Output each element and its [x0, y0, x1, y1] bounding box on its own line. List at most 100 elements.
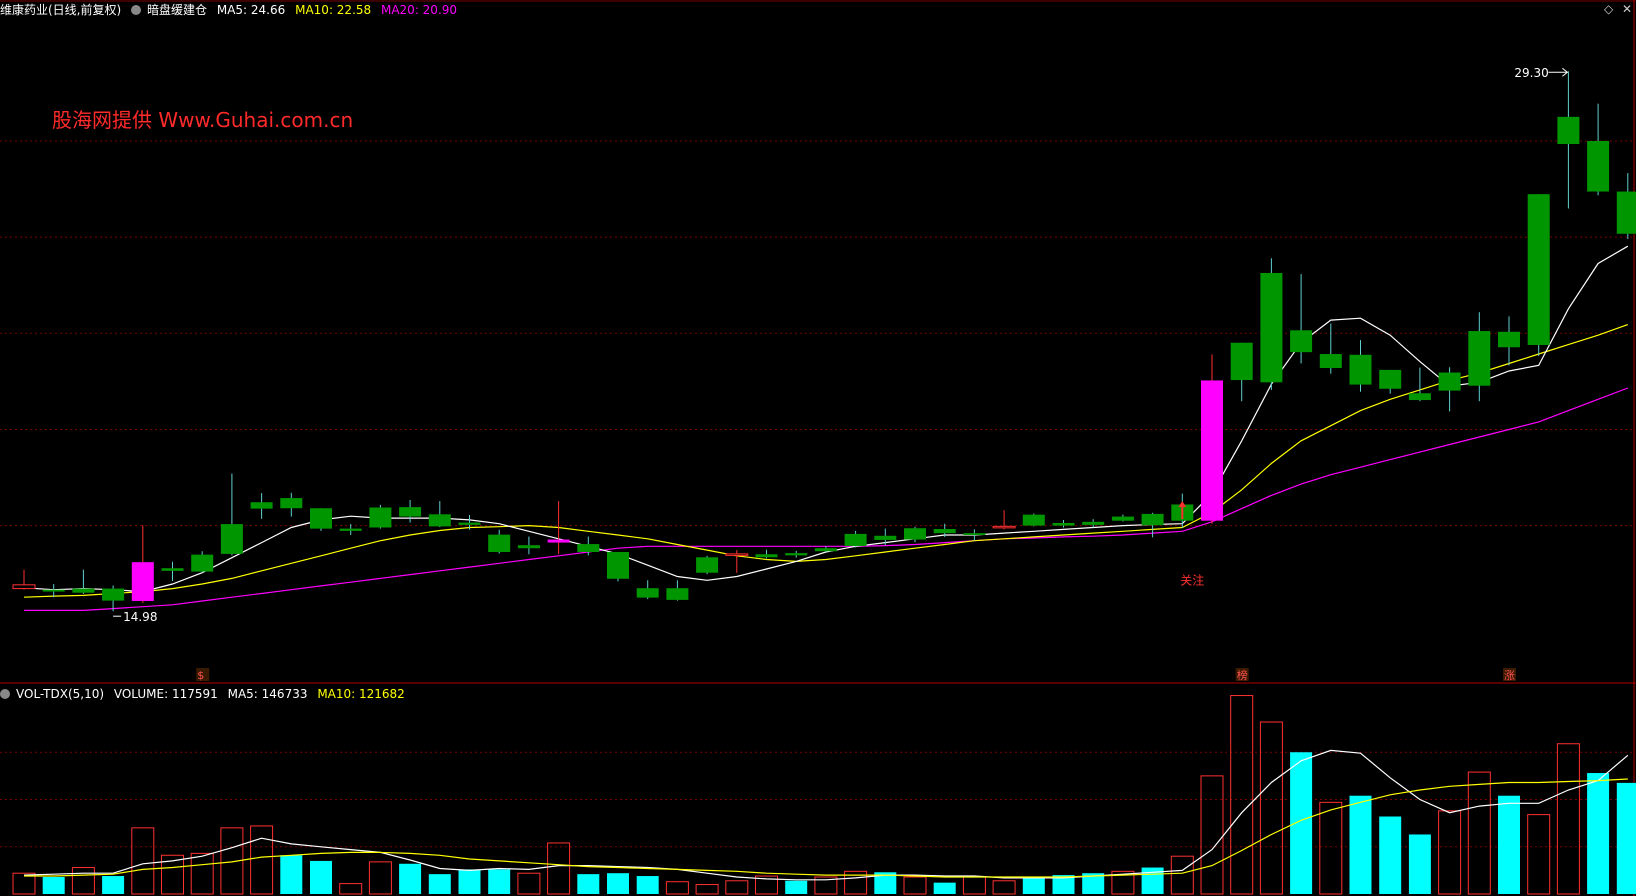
candle-body	[547, 539, 570, 543]
high-label: 29.30	[1514, 66, 1548, 80]
candle-body	[725, 553, 749, 556]
low-label: 14.98	[123, 610, 157, 624]
candle-body	[369, 507, 392, 528]
candle-body	[339, 528, 362, 531]
volume-bar	[1022, 876, 1045, 894]
volume-bar	[368, 861, 392, 895]
volume-bar	[962, 876, 986, 895]
candle-body	[1290, 330, 1313, 353]
volume-bar	[1230, 695, 1254, 895]
volume-bar	[1556, 743, 1580, 895]
volume-bar	[517, 872, 541, 895]
candle-body	[1498, 331, 1520, 348]
volume-bar	[280, 855, 303, 894]
candle-body	[1111, 516, 1134, 521]
candle-body	[42, 589, 65, 592]
candle-body	[428, 514, 451, 527]
candle-body	[933, 528, 956, 534]
volume-bar	[1349, 795, 1372, 894]
volume-bar	[1170, 855, 1194, 895]
ma20-line	[24, 387, 1629, 612]
candle-body	[1408, 393, 1431, 401]
volume-bar	[636, 876, 659, 894]
candle-body	[636, 588, 659, 598]
candle-body	[102, 588, 125, 601]
candle-body	[844, 533, 867, 546]
focus-label: 关注	[1180, 573, 1204, 588]
candle-body	[1527, 194, 1550, 345]
candle-body	[161, 568, 184, 571]
candle-body	[1557, 116, 1580, 145]
volume-bar	[1200, 775, 1224, 895]
volume-bar	[1438, 810, 1462, 895]
volume-bar	[339, 883, 363, 895]
ma5-line	[23, 245, 1629, 593]
candle-body	[250, 502, 273, 509]
candle-body	[992, 525, 1016, 529]
volume-bar	[1259, 721, 1283, 895]
volume-bar	[428, 874, 451, 894]
candle-body	[72, 588, 95, 593]
focus-arrow-head	[1178, 501, 1187, 508]
volume-bar	[1408, 834, 1431, 894]
candle-body	[1082, 521, 1105, 525]
volume-bar	[1290, 752, 1313, 894]
volume-bar	[903, 876, 927, 895]
candle-body	[666, 588, 689, 600]
volume-bar	[488, 869, 511, 894]
candle-body	[517, 545, 540, 549]
candle-body	[1349, 354, 1372, 385]
candle-body	[458, 522, 481, 525]
volume-bar	[190, 852, 214, 895]
candle-body	[963, 533, 986, 536]
candle-body	[1587, 141, 1610, 192]
candle-body	[1230, 342, 1253, 381]
candle-body	[488, 534, 511, 552]
candle-body	[1201, 380, 1223, 521]
candle-body	[874, 535, 897, 540]
candle-body	[1379, 369, 1402, 389]
volume-bar	[399, 863, 422, 894]
price-volume-chart[interactable]: 29.30 14.98 关注 $ 榜 涨	[0, 0, 1636, 896]
volume-bar	[1319, 801, 1343, 895]
volume-bar	[42, 876, 65, 894]
candle-body	[191, 554, 214, 572]
badge-zhang: 涨	[1504, 669, 1515, 682]
candle-body	[131, 562, 154, 602]
candle-body	[220, 524, 243, 554]
candle-body	[1022, 514, 1045, 526]
volume-bar	[1616, 782, 1636, 894]
volume-bar	[1467, 771, 1491, 895]
volume-bar	[607, 873, 629, 894]
candle-body	[904, 528, 926, 540]
candle-body	[696, 557, 719, 573]
candle-body	[814, 548, 837, 552]
volume-bar	[1587, 773, 1610, 894]
badge-dollar: $	[197, 669, 204, 682]
candle-body	[607, 551, 629, 579]
volume-bar	[577, 874, 600, 894]
candle-body	[399, 507, 422, 517]
candle-body	[1260, 272, 1283, 383]
volume-bar	[725, 880, 749, 895]
volume-bar	[458, 869, 481, 894]
volume-bar	[250, 825, 274, 895]
candle-body	[1616, 191, 1636, 234]
volume-bar	[1379, 816, 1402, 894]
volume-bar	[71, 867, 95, 895]
candle-body	[785, 553, 808, 556]
volume-bar	[785, 880, 808, 894]
candle-body	[1468, 331, 1491, 386]
badge-bang: 榜	[1237, 668, 1248, 682]
candle-body	[577, 544, 600, 552]
volume-bar	[695, 884, 719, 895]
candle-body	[1141, 513, 1164, 526]
volume-bar	[1498, 795, 1520, 894]
candle-body	[310, 508, 332, 529]
volume-bar	[992, 880, 1016, 895]
volume-bar	[310, 860, 332, 894]
volume-bar	[933, 882, 956, 894]
volume-bar	[547, 842, 571, 895]
candle-body	[12, 584, 36, 590]
candle-body	[1438, 372, 1461, 391]
